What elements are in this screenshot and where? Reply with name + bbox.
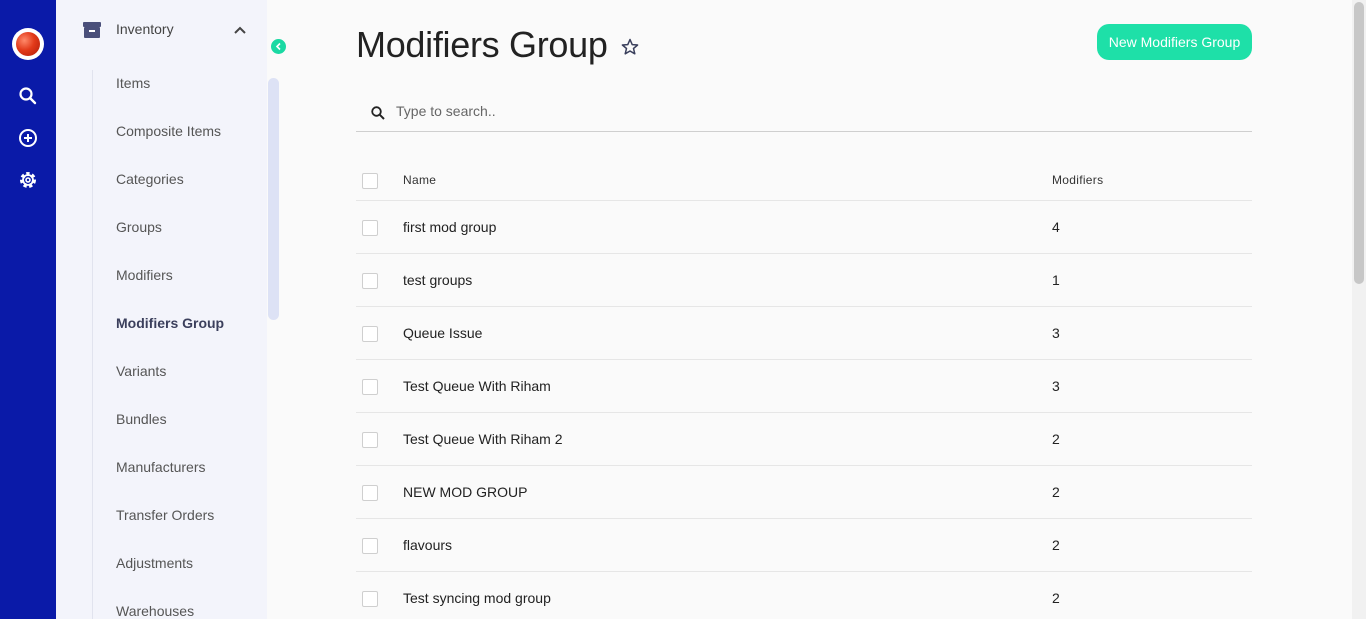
nav-item-variants[interactable]: Variants <box>116 361 166 381</box>
chevron-up-icon[interactable] <box>232 22 248 38</box>
row-checkbox[interactable] <box>362 485 378 501</box>
search-icon <box>370 105 386 121</box>
search-bar <box>356 94 1252 132</box>
row-name: Test syncing mod group <box>403 590 551 606</box>
archive-box-icon <box>82 20 102 40</box>
nav-item-transfer-orders[interactable]: Transfer Orders <box>116 505 214 525</box>
table-row[interactable]: Test syncing mod group 2 <box>356 572 1252 619</box>
add-circle-icon[interactable] <box>16 126 40 150</box>
nav-item-manufacturers[interactable]: Manufacturers <box>116 457 205 477</box>
row-modifiers-count: 2 <box>1052 537 1060 553</box>
row-name: first mod group <box>403 219 497 235</box>
nav-item-composite-items[interactable]: Composite Items <box>116 121 221 141</box>
nav-item-bundles[interactable]: Bundles <box>116 409 167 429</box>
table-row[interactable]: Test Queue With Riham 2 2 <box>356 413 1252 466</box>
row-checkbox[interactable] <box>362 379 378 395</box>
row-name: Queue Issue <box>403 325 483 341</box>
nav-section-label: Inventory <box>116 21 174 37</box>
row-modifiers-count: 2 <box>1052 484 1060 500</box>
column-header-modifiers[interactable]: Modifiers <box>1052 173 1103 187</box>
settings-gear-icon[interactable] <box>16 168 40 192</box>
row-modifiers-count: 1 <box>1052 272 1060 288</box>
row-checkbox[interactable] <box>362 538 378 554</box>
table-row[interactable]: NEW MOD GROUP 2 <box>356 466 1252 519</box>
row-checkbox[interactable] <box>362 220 378 236</box>
sidebar-nav: Inventory Items Composite Items Categori… <box>56 0 267 619</box>
row-modifiers-count: 2 <box>1052 431 1060 447</box>
favorite-star-icon[interactable] <box>620 37 640 57</box>
nav-tree-line <box>92 70 93 619</box>
select-all-checkbox[interactable] <box>362 173 378 189</box>
icon-rail <box>0 0 56 619</box>
nav-item-warehouses[interactable]: Warehouses <box>116 601 194 619</box>
table-row[interactable]: flavours 2 <box>356 519 1252 572</box>
row-name: flavours <box>403 537 453 553</box>
table-row[interactable]: first mod group 4 <box>356 201 1252 254</box>
chevron-left-icon <box>275 42 281 51</box>
row-name: test groups <box>403 272 473 288</box>
nav-item-modifiers[interactable]: Modifiers <box>116 265 173 285</box>
row-modifiers-count: 4 <box>1052 219 1060 235</box>
table-row[interactable]: test groups 1 <box>356 254 1252 307</box>
collapse-sidebar-button[interactable] <box>271 39 286 54</box>
new-modifiers-group-button[interactable]: New Modifiers Group <box>1097 24 1252 60</box>
nav-section-inventory[interactable]: Inventory <box>56 12 267 46</box>
row-name: NEW MOD GROUP <box>403 484 528 500</box>
row-checkbox[interactable] <box>362 591 378 607</box>
nav-item-adjustments[interactable]: Adjustments <box>116 553 193 573</box>
search-icon[interactable] <box>16 84 40 108</box>
nav-item-categories[interactable]: Categories <box>116 169 184 189</box>
row-checkbox[interactable] <box>362 273 378 289</box>
nav-item-items[interactable]: Items <box>116 73 150 93</box>
table-row[interactable]: Queue Issue 3 <box>356 307 1252 360</box>
nav-item-groups[interactable]: Groups <box>116 217 162 237</box>
row-checkbox[interactable] <box>362 432 378 448</box>
row-modifiers-count: 3 <box>1052 378 1060 394</box>
row-modifiers-count: 3 <box>1052 325 1060 341</box>
table-row[interactable]: Test Queue With Riham 3 <box>356 360 1252 413</box>
sidebar-scrollbar[interactable] <box>268 78 279 320</box>
row-modifiers-count: 2 <box>1052 590 1060 606</box>
page-scrollbar[interactable] <box>1352 0 1366 619</box>
app-logo[interactable] <box>12 28 44 60</box>
column-header-name[interactable]: Name <box>403 173 436 187</box>
row-checkbox[interactable] <box>362 326 378 342</box>
page-scrollbar-thumb[interactable] <box>1354 2 1364 284</box>
modifiers-group-table: Name Modifiers first mod group 4 test gr… <box>356 160 1252 619</box>
search-input[interactable] <box>396 100 1236 122</box>
nav-item-modifiers-group[interactable]: Modifiers Group <box>116 313 224 333</box>
page-title: Modifiers Group <box>356 24 608 65</box>
row-name: Test Queue With Riham <box>403 378 551 394</box>
table-header: Name Modifiers <box>356 160 1252 201</box>
row-name: Test Queue With Riham 2 <box>403 431 563 447</box>
